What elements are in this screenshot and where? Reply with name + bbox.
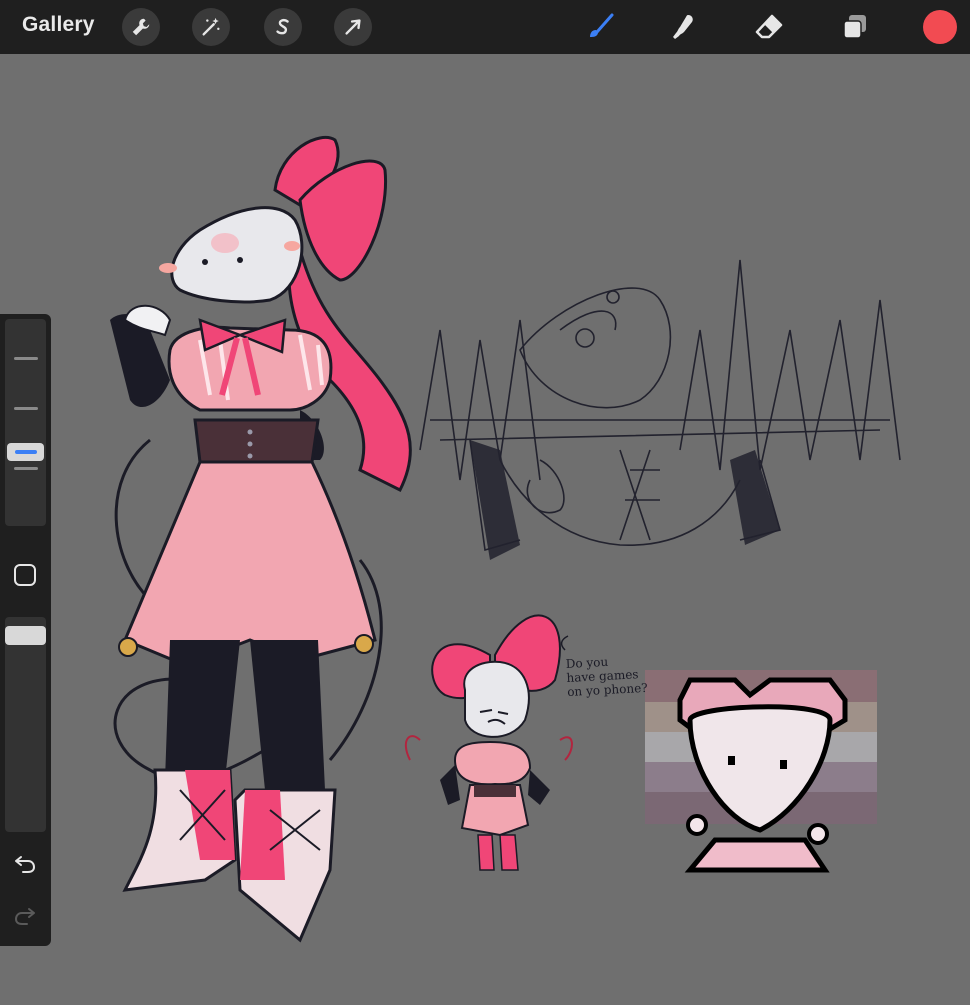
smudge-icon[interactable] <box>666 10 700 44</box>
note-line: on yo phone? <box>567 681 648 699</box>
eraser-icon[interactable] <box>752 10 786 44</box>
corset <box>193 418 320 464</box>
size-tick <box>14 467 38 470</box>
brush-size-thumb[interactable] <box>7 443 44 461</box>
big-character-head <box>170 206 304 304</box>
redo-icon[interactable] <box>12 902 38 928</box>
wrench-icon[interactable] <box>122 8 160 46</box>
left-sidebar <box>0 314 51 946</box>
drawing-canvas[interactable]: Do you have games on yo phone? <box>0 54 970 1000</box>
size-tick <box>14 407 38 410</box>
gallery-button[interactable]: Gallery <box>22 13 95 37</box>
artwork: Do you have games on yo phone? <box>110 135 901 943</box>
handwritten-note: Do you have games on yo phone? <box>565 653 648 699</box>
skirt <box>123 460 377 667</box>
selection-icon[interactable] <box>264 8 302 46</box>
modify-square-icon[interactable] <box>12 562 38 588</box>
opacity-slider[interactable] <box>5 617 46 832</box>
brush-size-slider[interactable] <box>5 319 46 526</box>
undo-icon[interactable] <box>12 850 38 876</box>
chibi-head <box>463 660 530 738</box>
size-tick <box>14 357 38 360</box>
transform-arrow-icon[interactable] <box>334 8 372 46</box>
current-color-swatch[interactable] <box>923 10 957 44</box>
stockings <box>165 640 325 790</box>
layers-icon[interactable] <box>838 10 872 44</box>
top-toolbar: Gallery <box>0 0 970 54</box>
opacity-thumb[interactable] <box>5 626 46 645</box>
brush-icon[interactable] <box>583 10 617 44</box>
magic-wand-icon[interactable] <box>192 8 230 46</box>
